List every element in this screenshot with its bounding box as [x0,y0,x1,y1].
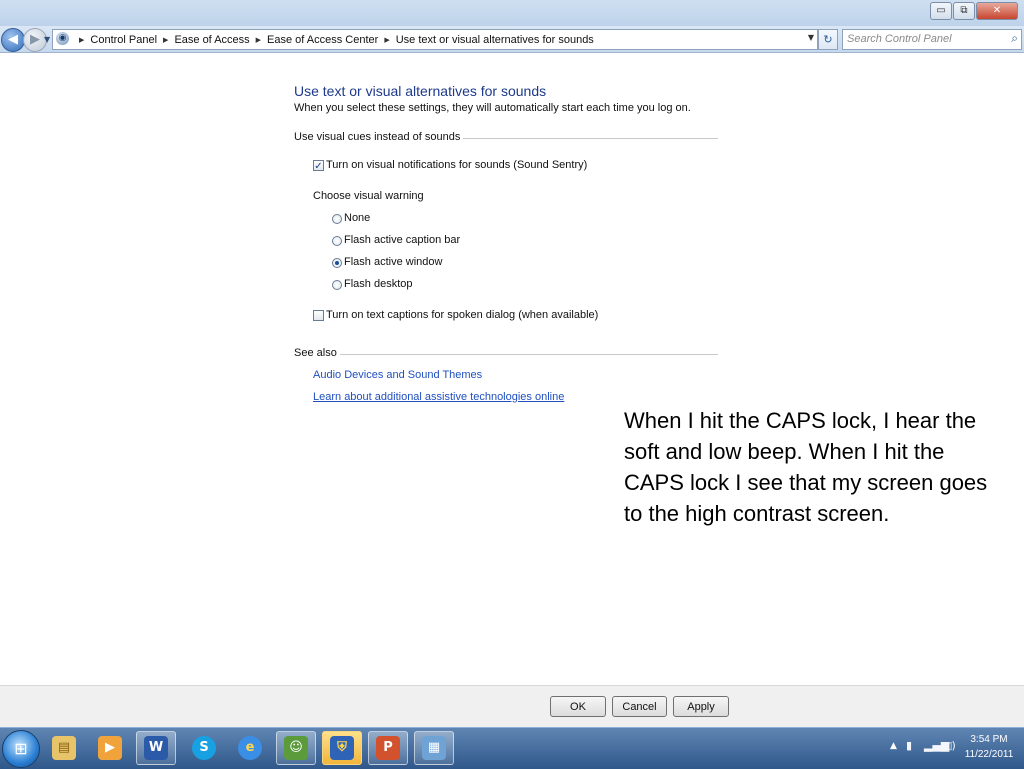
search-input[interactable] [847,31,997,47]
navigation-bar: ◀ ▶ ▼ ◉ ▶ Control Panel ▶ Ease of Access… [0,26,1024,53]
messenger-icon: ☺ [284,736,308,760]
clock-time: 3:54 PM [970,734,1008,745]
annotation-text: When I hit the CAPS lock, I hear the sof… [624,408,988,526]
address-dropdown-icon[interactable]: ▼ [808,33,814,42]
address-bar[interactable]: ◉ ▶ Control Panel ▶ Ease of Access ▶ Eas… [52,29,818,50]
media-player-icon: ▶ [98,736,122,760]
taskbar-security-center[interactable]: ⛨ [322,731,362,765]
word-icon: W [144,736,168,760]
ok-button[interactable]: OK [550,696,606,717]
show-hidden-icons-button[interactable]: ▲ [890,741,897,751]
recent-pages-dropdown[interactable]: ▼ [44,35,50,44]
choose-visual-warning-label: Choose visual warning [313,190,424,202]
see-also-section: See also [294,347,718,361]
breadcrumb-current-page[interactable]: Use text or visual alternatives for soun… [396,34,594,46]
windows-logo-icon: ⊞ [14,739,28,758]
refresh-icon: ↻ [823,33,833,46]
powerpoint-icon: P [376,736,400,760]
taskbar-internet-explorer[interactable]: e [230,731,270,765]
internet-explorer-icon: e [238,736,262,760]
clock[interactable]: 3:54 PM 11/22/2011 [962,732,1016,762]
taskbar-control-panel[interactable]: ▦ [414,731,454,765]
folder-icon: ▤ [52,736,76,760]
breadcrumb-arrow-icon[interactable]: ▶ [79,36,84,44]
page-title: Use text or visual alternatives for soun… [294,83,547,99]
breadcrumb-arrow-icon[interactable]: ▶ [384,36,389,44]
page-description: When you select these settings, they wil… [294,102,691,114]
close-button[interactable]: ✕ [976,2,1018,20]
window-title-bar: ▭ ⧉ ✕ [0,0,1024,26]
skype-icon: S [192,736,216,760]
radio-flash-caption-bar[interactable] [332,236,342,246]
breadcrumb-arrow-icon[interactable]: ▶ [256,36,261,44]
sound-sentry-checkbox[interactable]: ✓ [313,160,324,172]
radio-label-flash-active-window[interactable]: Flash active window [344,256,442,268]
section-header-visual-cues: Use visual cues instead of sounds [294,131,464,143]
dialog-button-bar: OK Cancel Apply [0,685,1024,728]
control-panel-icon: ▦ [422,736,446,760]
sound-sentry-label[interactable]: Turn on visual notifications for sounds … [326,159,587,171]
cancel-button[interactable]: Cancel [612,696,667,717]
taskbar-skype[interactable]: S [184,731,224,765]
main-content: Use text or visual alternatives for soun… [0,53,1024,685]
refresh-button[interactable]: ↻ [818,29,838,50]
section-header-see-also: See also [294,347,340,359]
breadcrumb-control-panel[interactable]: Control Panel [90,34,157,46]
search-box[interactable]: ⌕ [842,29,1022,50]
visual-cues-section: Use visual cues instead of sounds [294,131,718,145]
audio-devices-link[interactable]: Audio Devices and Sound Themes [313,369,482,381]
breadcrumb: ▶ Control Panel ▶ Ease of Access ▶ Ease … [73,30,594,49]
section-divider [294,354,718,355]
taskbar-windows-live-messenger[interactable]: ☺ [276,731,316,765]
power-icon[interactable]: ▮ [906,739,912,752]
taskbar-powerpoint[interactable]: P [368,731,408,765]
restore-button[interactable]: ⧉ [953,2,975,20]
search-icon[interactable]: ⌕ [1011,31,1018,46]
start-button[interactable]: ⊞ [2,730,40,768]
radio-flash-desktop[interactable] [332,280,342,290]
shield-icon: ⛨ [330,736,354,760]
control-panel-icon: ◉ [56,32,69,45]
assistive-technologies-link[interactable]: Learn about additional assistive technol… [313,391,564,403]
back-button[interactable]: ◀ [1,28,25,52]
forward-arrow-icon: ▶ [30,32,40,47]
breadcrumb-arrow-icon[interactable]: ▶ [163,36,168,44]
breadcrumb-ease-of-access[interactable]: Ease of Access [174,34,249,46]
text-captions-label[interactable]: Turn on text captions for spoken dialog … [326,309,598,321]
radio-label-none[interactable]: None [344,212,370,224]
taskbar-windows-explorer[interactable]: ▤ [44,731,84,765]
taskbar-microsoft-word[interactable]: W [136,731,176,765]
volume-icon[interactable]: ◁) [943,739,956,752]
breadcrumb-ease-of-access-center[interactable]: Ease of Access Center [267,34,378,46]
text-captions-checkbox[interactable] [313,310,324,321]
radio-none[interactable] [332,214,342,224]
radio-label-flash-desktop[interactable]: Flash desktop [344,278,412,290]
window-controls: ▭ ⧉ ✕ [930,2,1018,20]
taskbar-media-player[interactable]: ▶ [90,731,130,765]
radio-label-flash-caption-bar[interactable]: Flash active caption bar [344,234,460,246]
clock-date: 11/22/2011 [964,749,1014,760]
radio-flash-active-window[interactable] [332,258,342,268]
minimize-button[interactable]: ▭ [930,2,952,20]
apply-button[interactable]: Apply [673,696,729,717]
taskbar: ⊞ ▤ ▶ W S e ☺ ⛨ P ▦ ▲ ▮ ▂▄▆ ◁) 3:54 PM 1… [0,727,1024,769]
system-tray: ▲ ▮ ▂▄▆ ◁) 3:54 PM 11/22/2011 [888,728,1024,769]
back-arrow-icon: ◀ [8,32,18,47]
